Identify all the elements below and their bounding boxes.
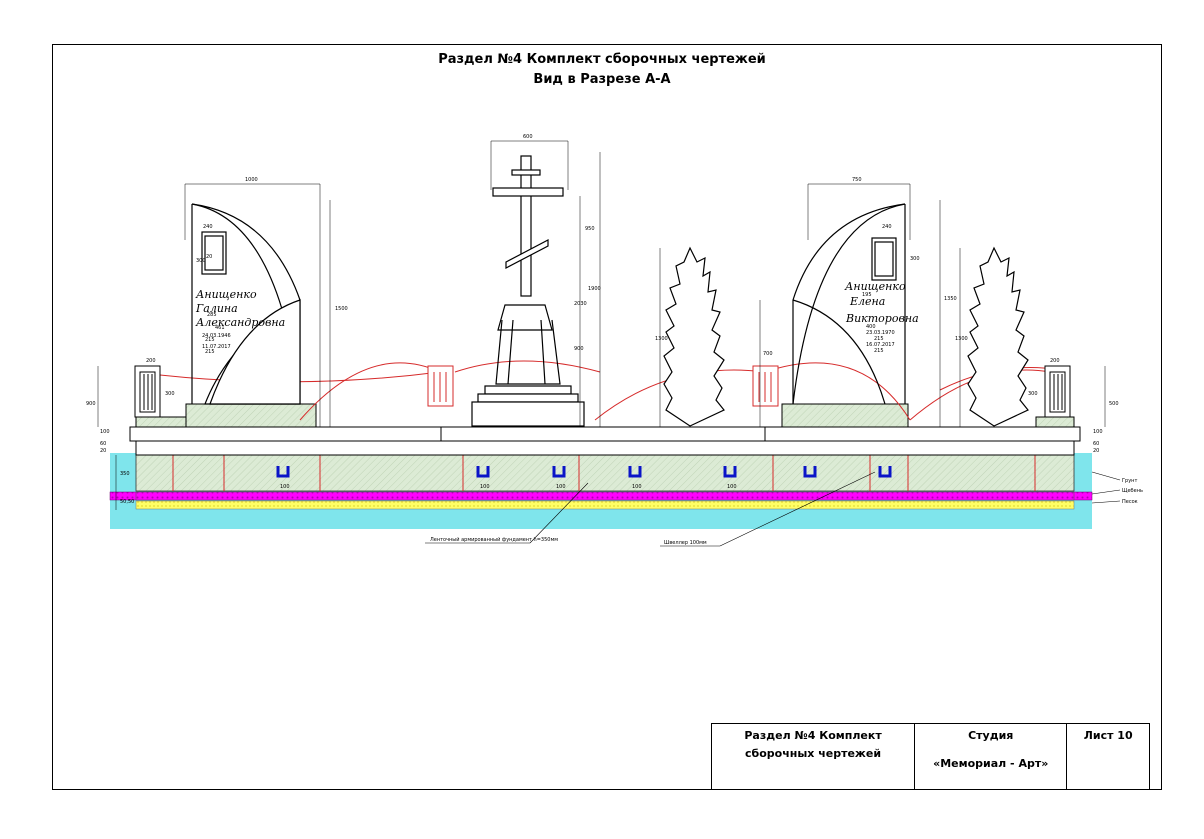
svg-text:1900: 1900 [588, 286, 601, 292]
svg-text:240: 240 [203, 224, 213, 230]
left-surname: Анищенко [195, 288, 257, 301]
base-slab [135, 440, 1075, 456]
sand-layer [135, 500, 1075, 510]
section-drawing: 100 100 100 100 100 Анищенко Галина Алек… [86, 134, 1143, 547]
svg-text:195: 195 [862, 292, 872, 298]
svg-text:950: 950 [585, 226, 595, 232]
svg-text:300: 300 [910, 256, 920, 262]
gravel-band [135, 491, 1075, 501]
svg-text:2030: 2030 [574, 301, 587, 307]
svg-text:1350: 1350 [944, 296, 957, 302]
svg-text:1500: 1500 [335, 306, 348, 312]
svg-text:215: 215 [874, 336, 884, 342]
svg-text:1300: 1300 [955, 336, 968, 342]
svg-text:215: 215 [874, 348, 884, 354]
title-block-sheet: Лист 10 [1083, 729, 1133, 742]
svg-text:60: 60 [1093, 441, 1099, 447]
title-block: Раздел №4 Комплект сборочных чертежей Ст… [711, 723, 1150, 790]
svg-text:215: 215 [205, 349, 215, 355]
fence-post-left [134, 365, 161, 418]
studio-label: Студия [968, 729, 1014, 742]
cross [471, 155, 585, 427]
title-block-section: Раздел №4 Комплект сборочных чертежей [712, 724, 916, 789]
svg-text:1000: 1000 [245, 177, 258, 183]
svg-text:900: 900 [574, 346, 584, 352]
channel-label: 100 [556, 484, 566, 490]
cypress-right [967, 246, 1029, 427]
right-stele-text: Анищенко Елена Викторовна [844, 280, 919, 325]
fence-post-mid-left [427, 365, 454, 407]
svg-text:285: 285 [207, 312, 217, 318]
top-slab [129, 426, 1081, 442]
fence-post-mid-right [752, 365, 779, 407]
svg-text:750: 750 [852, 177, 862, 183]
svg-text:100: 100 [100, 429, 110, 435]
foundation-label: Ленточный армированный фундамент h=350мм [430, 536, 558, 543]
sand-label: Песок [1122, 499, 1138, 505]
svg-text:461: 461 [215, 325, 225, 331]
studio-name: «Мемориал - Арт» [933, 757, 1049, 770]
svg-text:300: 300 [196, 258, 206, 264]
cypress-left [663, 246, 725, 427]
right-stele [792, 203, 906, 405]
right-plinth [781, 403, 909, 428]
svg-text:60: 60 [100, 441, 106, 447]
svg-text:500: 500 [1109, 401, 1119, 407]
gravel-label: Щебень [1122, 488, 1143, 494]
ground-label: Грунт [1122, 478, 1137, 484]
svg-text:200: 200 [146, 358, 156, 364]
right-surname: Анищенко [844, 280, 906, 293]
svg-text:200: 200 [1050, 358, 1060, 364]
title-block-studio: Студия «Мемориал - Арт» [915, 724, 1068, 789]
channel-callout: Швеллер 100мм [664, 540, 707, 546]
left-plinth [185, 403, 317, 428]
svg-text:700: 700 [763, 351, 773, 357]
channel-label: 100 [632, 484, 642, 490]
svg-text:20: 20 [100, 448, 106, 454]
svg-text:900: 900 [86, 401, 96, 407]
channel-label: 100 [280, 484, 290, 490]
svg-text:300: 300 [1028, 391, 1038, 397]
svg-text:20: 20 [206, 254, 212, 260]
right-small-slab [1035, 416, 1075, 428]
channel-label: 100 [480, 484, 490, 490]
svg-text:1300: 1300 [655, 336, 668, 342]
svg-text:50,50: 50,50 [120, 499, 134, 505]
svg-text:600: 600 [523, 134, 533, 140]
svg-text:240: 240 [882, 224, 892, 230]
svg-text:20: 20 [1093, 448, 1099, 454]
fence-post-right [1044, 365, 1071, 418]
left-stele-text: Анищенко Галина Александровна [195, 288, 285, 329]
svg-text:400: 400 [866, 324, 876, 330]
right-patronymic: Викторовна [845, 312, 919, 325]
channel-label: 100 [727, 484, 737, 490]
svg-text:100: 100 [1093, 429, 1103, 435]
svg-text:350: 350 [120, 471, 130, 477]
left-small-slab [135, 416, 187, 428]
svg-text:215: 215 [205, 337, 215, 343]
svg-text:300: 300 [165, 391, 175, 397]
